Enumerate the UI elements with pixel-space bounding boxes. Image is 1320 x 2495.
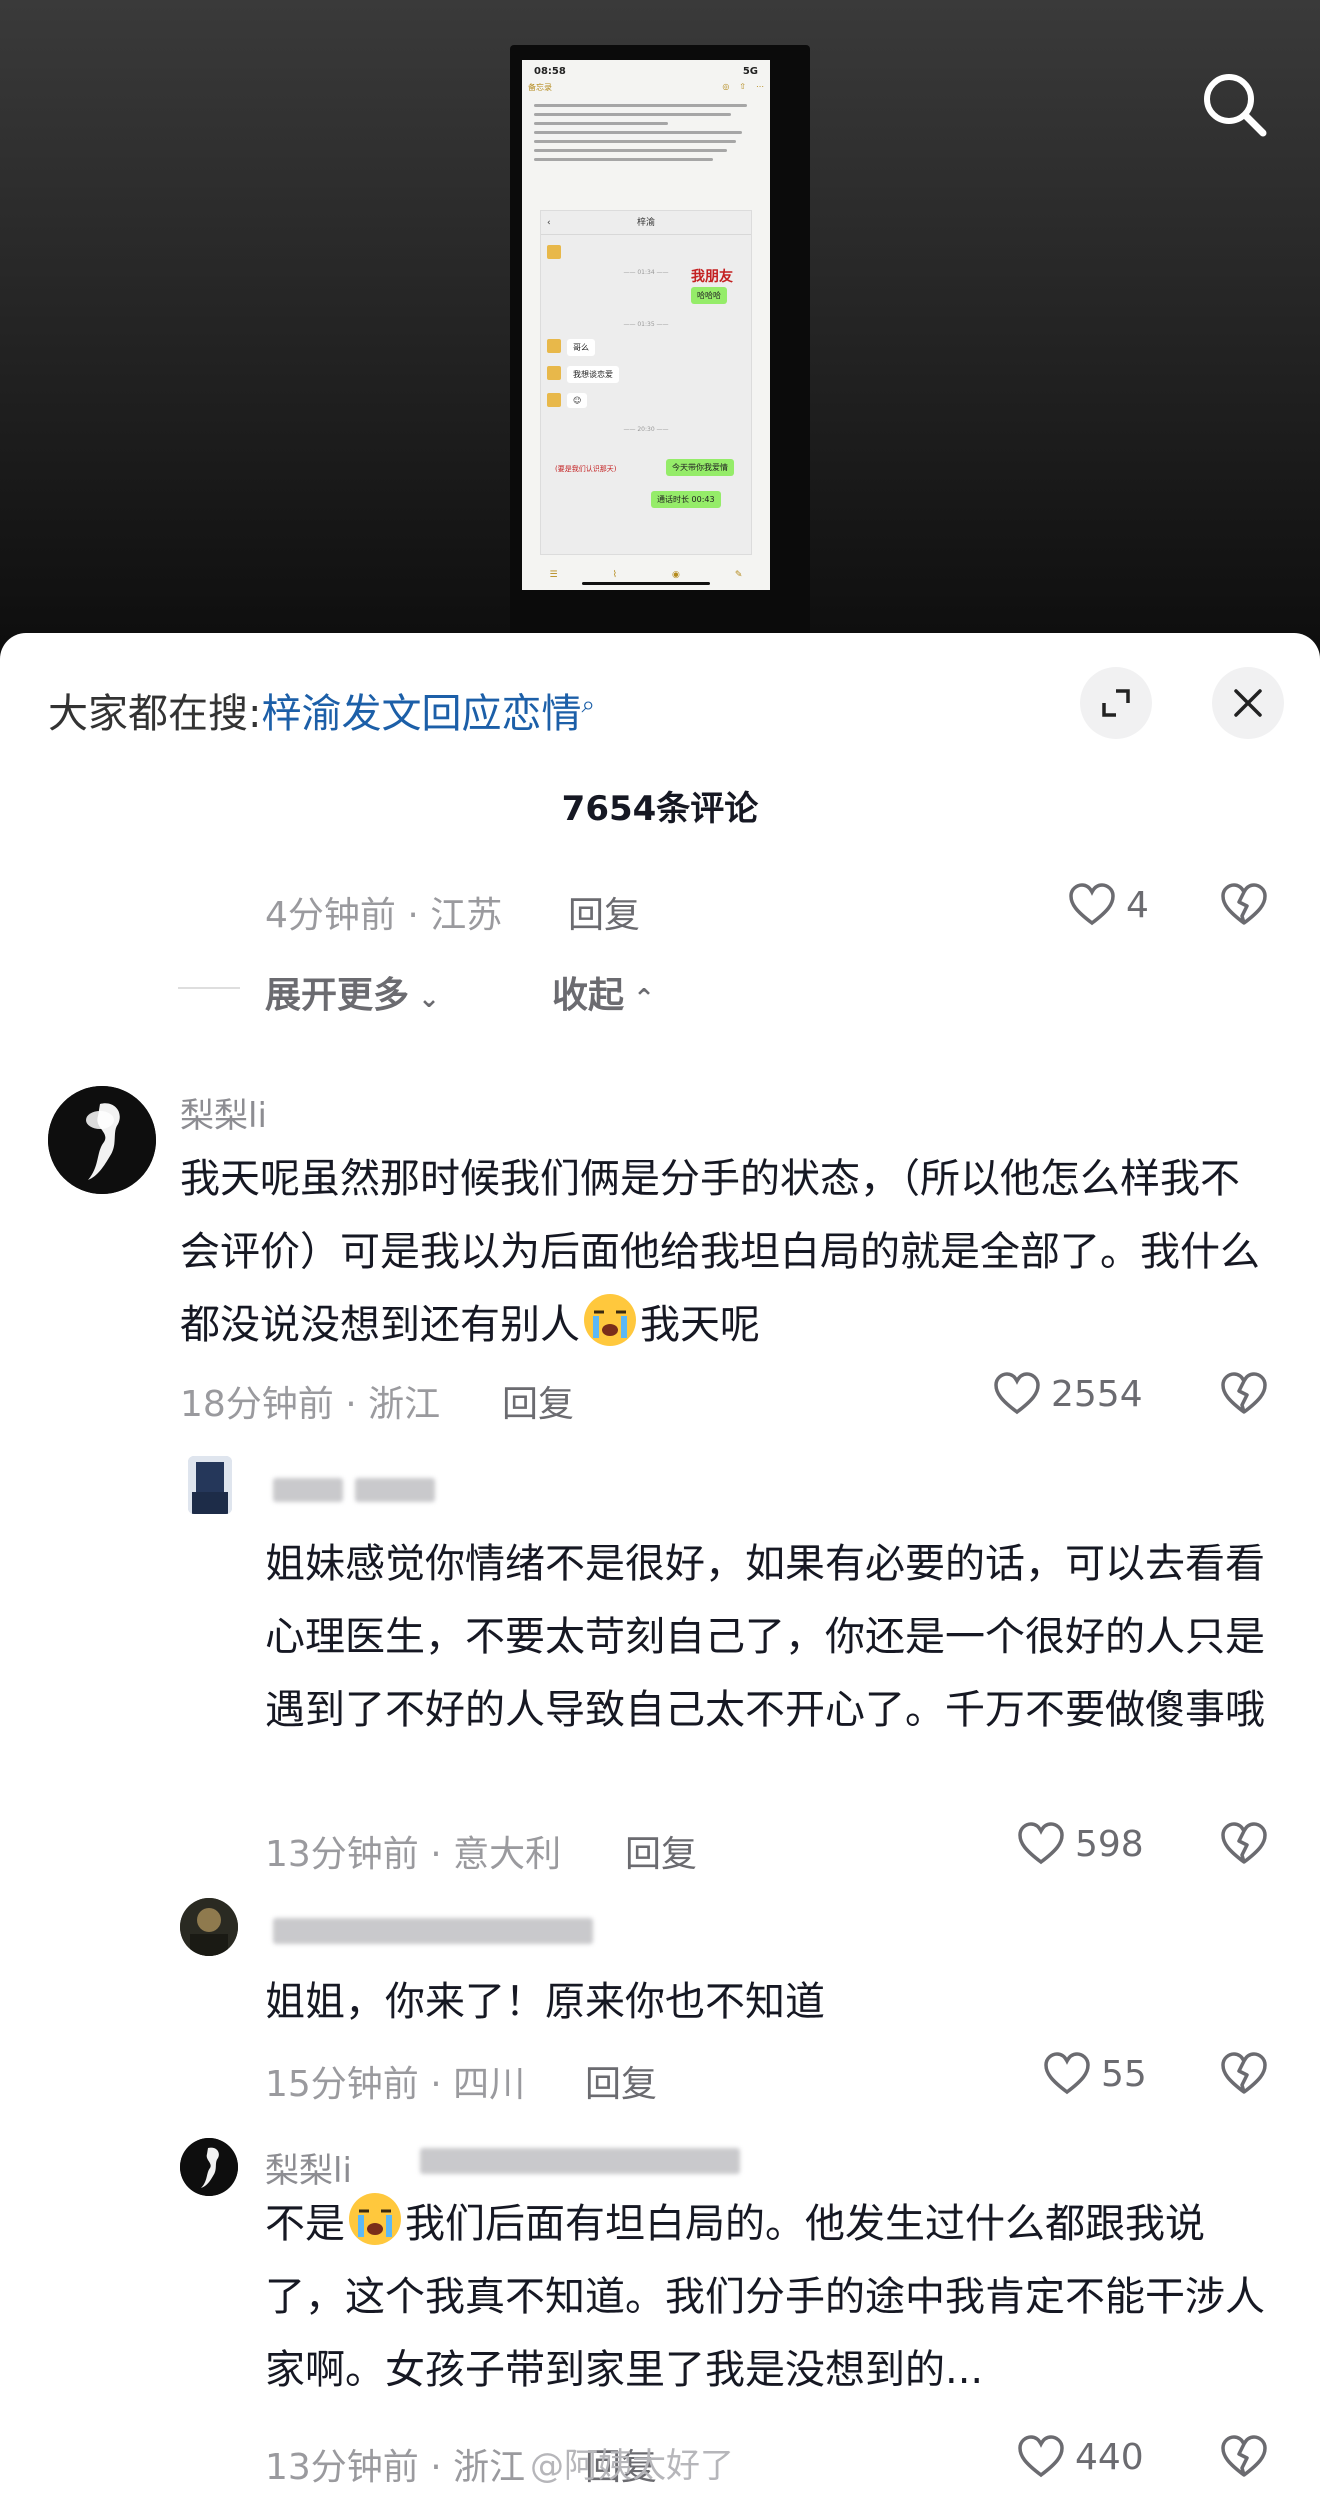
like-button[interactable]: 4 [1068, 883, 1149, 927]
dislike-button[interactable] [1220, 1372, 1268, 1420]
comment-text-part: 我天呢 [640, 1302, 760, 1348]
my-friend-label: 我朋友 [691, 269, 733, 285]
collapse-label: 收起 [552, 975, 625, 1016]
comment-username[interactable]: 梨梨li [180, 1088, 267, 1137]
chat-bubble: 今天带你我爱情 [666, 459, 734, 476]
hot-search-icon: ⌕ [581, 690, 595, 719]
comment-meta: 4分钟前 · 江苏 [265, 895, 503, 936]
close-icon [1234, 689, 1262, 717]
search-icon [1204, 74, 1267, 137]
like-count: 440 [1075, 2436, 1144, 2478]
video-player[interactable]: 08:58 5G 备忘录 ◎ ⇧ ⋯ ‹ 梓渝 —— 01:34 —— 我朋友 哈哈哈… [0, 0, 1320, 660]
dislike-button[interactable] [1220, 883, 1268, 931]
expand-more-button[interactable]: 展开更多 ⌄ [265, 966, 440, 1018]
like-count: 55 [1101, 2053, 1147, 2095]
blurred-username [420, 2148, 740, 2174]
thread-divider [178, 987, 240, 989]
reply-meta: 13分钟前 · 浙江 [265, 2447, 526, 2488]
chat-bubble: 哥么 [567, 339, 595, 356]
like-button[interactable]: 55 [1043, 2052, 1147, 2096]
like-count: 4 [1126, 884, 1149, 926]
chat-bubble: 哈哈哈 [691, 287, 727, 304]
avatar[interactable] [188, 1456, 232, 1514]
close-button[interactable] [1212, 667, 1284, 739]
dislike-button[interactable] [1220, 2435, 1268, 2483]
red-caption: (要是我们认识那天) [555, 465, 617, 473]
heart-icon [1069, 883, 1115, 926]
heart-icon [994, 1372, 1040, 1415]
hot-search-bar[interactable]: 大家都在搜:梓渝发文回应恋情⌕ [48, 681, 595, 739]
reply-text-part: 我们后面有坦白局的。他发生过什么都跟我说了，这个我真不知道。我们分手的途中我肯定… [265, 2201, 1265, 2393]
heart-icon [1044, 2052, 1090, 2095]
fullscreen-icon [1102, 689, 1130, 717]
like-count: 2554 [1051, 1373, 1143, 1415]
comment-meta: 18分钟前 · 浙江 [180, 1384, 441, 1425]
expand-sheet-button[interactable] [1080, 667, 1152, 739]
reply-button[interactable]: 回复 [568, 886, 640, 938]
phone-chat-screenshot: ‹ 梓渝 —— 01:34 —— 我朋友 哈哈哈 —— 01:35 —— 哥么 我… [540, 210, 752, 555]
phone-home-bar [582, 582, 710, 585]
broken-heart-icon [1221, 1372, 1267, 1414]
chat-bubble: 我想谈恋爱 [567, 366, 619, 383]
reply-text-part: 不是 [265, 2201, 345, 2247]
like-button[interactable]: 598 [1017, 1822, 1144, 1866]
broken-heart-icon [1221, 883, 1267, 925]
dislike-button[interactable] [1220, 1822, 1268, 1870]
avatar[interactable] [48, 1086, 156, 1194]
reply-text: 不是 我们后面有坦白局的。他发生过什么都跟我说了，这个我真不知道。我们分手的途中我… [265, 2188, 1265, 2407]
heart-icon [1018, 1822, 1064, 1865]
broken-heart-icon [1221, 2052, 1267, 2094]
reply-text: 姐姐，你来了！原来你也不知道 [265, 1979, 825, 2025]
like-count: 598 [1075, 1823, 1144, 1865]
phone-note-text [522, 104, 770, 161]
crying-face-icon [584, 1294, 636, 1346]
broken-heart-icon [1221, 1822, 1267, 1864]
blurred-username [355, 1478, 435, 1502]
reply-button[interactable]: 回复 [502, 1375, 574, 1427]
avatar[interactable] [180, 2138, 238, 2196]
watermark: @阿姨太好了 [530, 2446, 734, 2486]
reply-username[interactable]: 梨梨li [265, 2143, 352, 2192]
heart-icon [1018, 2435, 1064, 2478]
broken-heart-icon [1221, 2435, 1267, 2477]
notes-toolbar-icons: ◎ ⇧ ⋯ [722, 82, 764, 91]
reply-meta: 13分钟前 · 意大利 [265, 1834, 562, 1875]
phone-toolbar: ☰ ⌇ ◉ ✎ [522, 560, 770, 590]
chevron-down-icon: ⌄ [409, 984, 440, 1014]
video-phone-screenshot: 08:58 5G 备忘录 ◎ ⇧ ⋯ ‹ 梓渝 —— 01:34 —— 我朋友 哈哈哈… [522, 60, 770, 590]
phone-signal: 5G [742, 65, 758, 77]
reply-button[interactable]: 回复 [585, 2055, 657, 2107]
chat-title: 梓渝 [636, 218, 655, 228]
comment-sheet: 大家都在搜:梓渝发文回应恋情⌕ 7654条评论 4分钟前 · 江苏 回复 4 展… [0, 633, 1320, 2495]
reply-button[interactable]: 回复 [625, 1825, 697, 1877]
notes-back-label: 备忘录 [528, 83, 552, 92]
blurred-username [273, 1478, 343, 1502]
chevron-up-icon: ⌃ [624, 984, 655, 1014]
comment-count: 7654条评论 [561, 789, 759, 829]
hot-search-keyword[interactable]: 梓渝发文回应恋情 [261, 691, 581, 737]
reply-meta: 15分钟前 · 四川 [265, 2064, 526, 2105]
comment-text: 我天呢虽然那时候我们俩是分手的状态，（所以他怎么样我不会评价）可是我以为后面他给… [180, 1143, 1260, 1362]
chat-bubble: 通话时长 00:43 [651, 491, 721, 508]
phone-time: 08:58 [534, 65, 566, 77]
reply-text: 姐妹感觉你情绪不是很好，如果有必要的话，可以去看看心理医生，不要太苛刻自己了，你… [265, 1541, 1265, 1733]
search-button[interactable] [1195, 65, 1275, 145]
avatar[interactable] [180, 1898, 238, 1956]
expand-more-label: 展开更多 [265, 975, 410, 1016]
hot-search-label: 大家都在搜: [48, 691, 262, 737]
crying-face-icon [349, 2193, 401, 2245]
phone-status-bar: 08:58 5G [522, 60, 770, 82]
blurred-username [273, 1918, 593, 1944]
dislike-button[interactable] [1220, 2052, 1268, 2100]
like-button[interactable]: 440 [1017, 2435, 1144, 2479]
like-button[interactable]: 2554 [993, 1372, 1143, 1416]
phone-notes-nav: 备忘录 ◎ ⇧ ⋯ [522, 82, 770, 98]
collapse-button[interactable]: 收起 ⌃ [552, 966, 655, 1018]
